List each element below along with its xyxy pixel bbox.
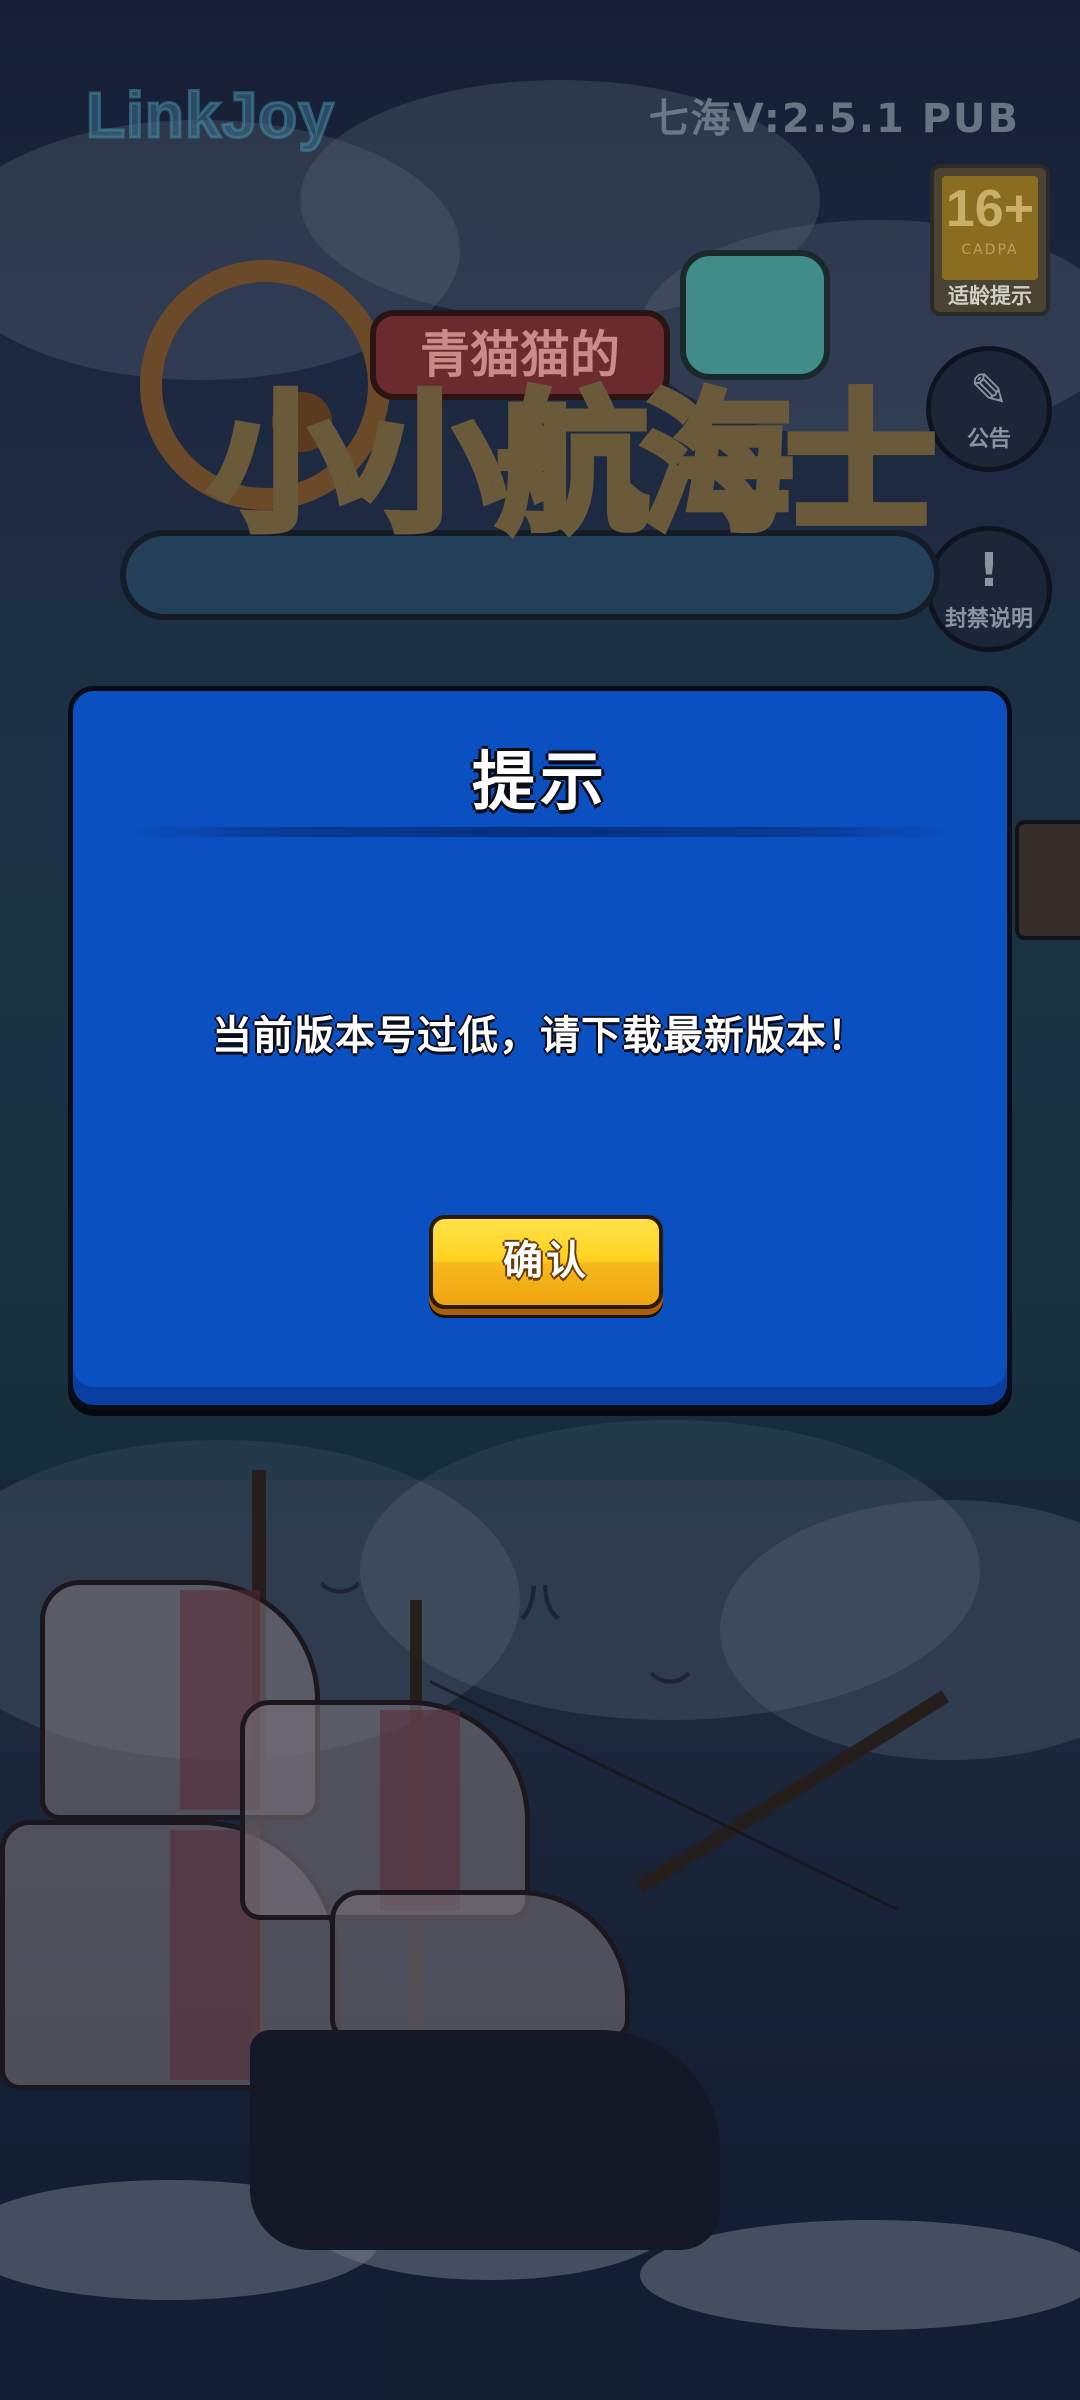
notice-button[interactable]: ✎ 公告 <box>926 346 1052 472</box>
age-rating-number: 16+ <box>945 180 1035 238</box>
logo-title: 小小航海士 <box>206 374 940 556</box>
confirm-button[interactable]: 确认 <box>429 1215 663 1309</box>
dialog-message: 当前版本号过低，请下载最新版本！ <box>212 1013 868 1059</box>
edit-note-icon: ✎ <box>969 363 1009 417</box>
age-rating-caption: 适龄提示 <box>948 284 1032 308</box>
age-rating-button[interactable]: 16+ CADPA 适龄提示 <box>930 164 1050 316</box>
version-label: 七海V:2.5.1 PUB <box>648 96 1020 142</box>
dialog-divider <box>123 827 957 837</box>
game-logo: 青猫猫的 小小航海士 <box>120 230 940 630</box>
age-rating-icon: 16+ CADPA <box>942 176 1038 280</box>
app-screen: ︶ 八 ︶ LinkJoy 七海V:2.5.1 PUB 16+ CADPA 适龄… <box>0 0 1080 2400</box>
update-dialog: 提示 当前版本号过低，请下载最新版本！ 确认 <box>68 686 1012 1410</box>
dialog-title: 提示 <box>472 746 608 820</box>
cat-mascot-icon <box>680 250 830 380</box>
ban-info-button[interactable]: ! 封禁说明 <box>926 526 1052 652</box>
warning-icon: ! <box>978 543 1000 597</box>
brand-logo: LinkJoy <box>85 78 336 153</box>
notice-label: 公告 <box>966 427 1011 452</box>
age-rating-org: CADPA <box>961 242 1019 258</box>
ban-info-label: 封禁说明 <box>944 607 1033 632</box>
